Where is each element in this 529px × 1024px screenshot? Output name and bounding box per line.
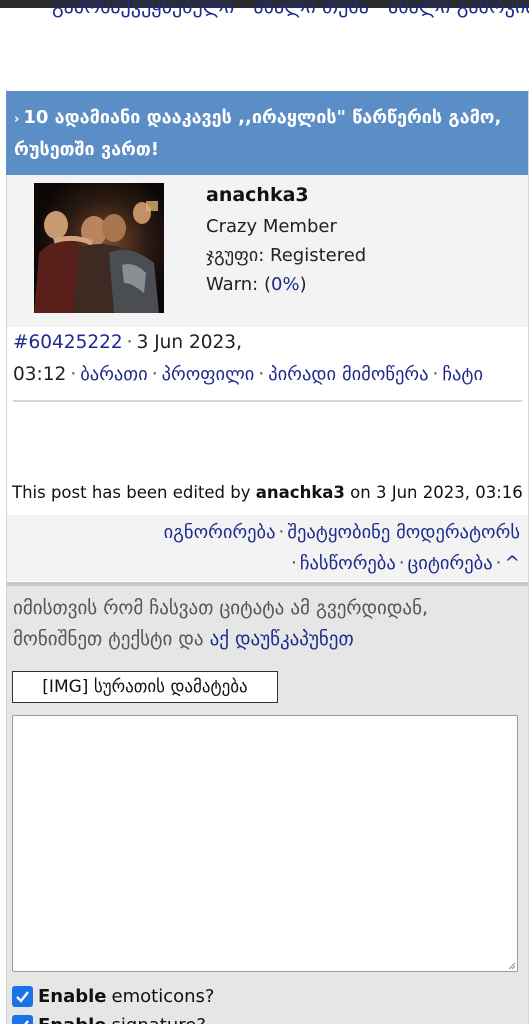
- signature-option[interactable]: Enable signature?: [12, 1013, 512, 1024]
- report-link[interactable]: შეატყობინე მოდერატორს: [287, 522, 520, 543]
- meta-separator: ·: [70, 364, 77, 385]
- top-links-cut[interactable]: გამოსაქვეყნებელი · ახალი თემა · ახალი გა…: [52, 0, 529, 18]
- edit-link[interactable]: ჩასწორება: [300, 553, 396, 574]
- ignore-link[interactable]: იგნორირება: [164, 522, 276, 543]
- post-number-link[interactable]: #60425222: [13, 332, 123, 353]
- user-name[interactable]: anachka3: [206, 184, 309, 206]
- action-separator: ·: [495, 553, 502, 574]
- edit-note: This post has been edited by anachka3 on…: [12, 483, 524, 502]
- user-warn-label: Warn:: [206, 274, 259, 295]
- post-meta: #60425222 · 3 Jun 2023, 03:12 · ბარათი · პროფი…: [13, 327, 518, 391]
- signature-label: signature?: [112, 1015, 206, 1024]
- user-group-value: Registered: [270, 245, 367, 266]
- meta-separator: ·: [258, 364, 265, 385]
- user-group: ჯგუფი: Registered: [206, 245, 366, 266]
- avatar[interactable]: [34, 183, 164, 313]
- arrow-right-icon: ›: [14, 112, 20, 127]
- checkmark-icon: [16, 990, 29, 1003]
- meta-separator: ·: [432, 364, 439, 385]
- card-link[interactable]: ბარათი: [80, 364, 147, 385]
- user-group-label: ჯგუფი:: [206, 245, 265, 266]
- post-actions: იგნორირება · შეატყობინე მოდერატორს · ჩასწორ…: [7, 515, 528, 581]
- emoticons-checkbox[interactable]: [12, 985, 33, 1007]
- user-rank: Crazy Member: [206, 216, 337, 237]
- chat-link[interactable]: ჩატი: [442, 364, 483, 385]
- action-separator: ·: [278, 522, 285, 543]
- edit-note-time: on 3 Jun 2023, 03:16: [350, 483, 523, 502]
- signature-checkbox[interactable]: [12, 1014, 33, 1024]
- user-warn-value[interactable]: 0%: [271, 274, 300, 295]
- user-warn: Warn: (0%): [206, 274, 307, 295]
- signature-label-bold: Enable: [38, 1015, 107, 1024]
- action-separator: ·: [290, 553, 297, 574]
- meta-separator: ·: [151, 364, 158, 385]
- checkmark-icon: [23, 1019, 29, 1024]
- emoticons-option[interactable]: Enable emoticons?: [12, 984, 512, 1008]
- reply-hint: იმისთვის რომ ჩასვათ ციტატა ამ გვერდიდან,…: [13, 593, 523, 655]
- quote-link[interactable]: ციტირება: [408, 553, 493, 574]
- topic-header[interactable]: › 10 ადამიანი დააკავეს ,,ირაყლის" წარწერი…: [6, 91, 528, 175]
- emoticons-label-bold: Enable: [38, 985, 107, 1007]
- emoticons-label: emoticons?: [111, 985, 215, 1007]
- quote-selection-link[interactable]: აქ დაუწკაპუნეთ: [210, 628, 354, 650]
- profile-link[interactable]: პროფილი: [162, 364, 255, 385]
- resize-grip-icon[interactable]: [506, 960, 516, 970]
- meta-separator: ·: [126, 332, 133, 353]
- edit-note-editor: anachka3: [255, 483, 345, 502]
- user-warn-close: ): [299, 274, 307, 295]
- post-divider: [13, 400, 522, 402]
- private-message-link[interactable]: პირადი მიმოწერა: [268, 364, 428, 385]
- action-separator: ·: [398, 553, 405, 574]
- add-image-button[interactable]: [IMG] სურათის დამატება: [12, 671, 278, 703]
- user-warn-open: (: [263, 274, 271, 295]
- topic-title[interactable]: 10 ადამიანი დააკავეს ,,ირაყლის" წარწერის…: [14, 107, 501, 160]
- reply-textarea[interactable]: [12, 715, 518, 972]
- edit-note-prefix: This post has been edited by: [12, 483, 251, 502]
- scroll-top-link[interactable]: ^: [504, 553, 520, 574]
- avatar-painting-image: [34, 183, 164, 313]
